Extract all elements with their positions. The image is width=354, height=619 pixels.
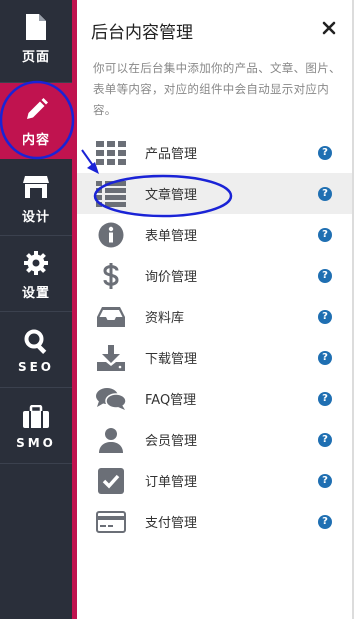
user-icon — [95, 425, 127, 455]
menu-item-members[interactable]: 会员管理 ? — [77, 419, 352, 460]
menu-item-articles[interactable]: 文章管理 ? — [77, 173, 352, 214]
help-icon[interactable]: ? — [318, 309, 332, 324]
inbox-icon — [95, 302, 127, 332]
sidebar-item-page[interactable]: 页面 — [0, 0, 72, 76]
chat-icon — [95, 384, 127, 414]
list-icon — [95, 179, 127, 209]
sidebar-item-label: SEO — [17, 360, 55, 374]
sidebar-item-seo[interactable]: SEO — [0, 312, 72, 388]
search-icon — [21, 326, 51, 356]
sidebar-item-smo[interactable]: SMO — [0, 388, 72, 464]
help-icon[interactable]: ? — [318, 186, 332, 201]
content-menu: 产品管理 ? 文章管理 ? 表单管理 ? 询价管理 ? 资料库 ? 下载管理 ?… — [77, 132, 352, 542]
menu-item-label: FAQ管理 — [145, 393, 197, 408]
help-icon[interactable]: ? — [318, 268, 332, 283]
menu-item-label: 订单管理 — [145, 475, 198, 490]
dollar-icon — [95, 261, 127, 291]
panel-description: 你可以在后台集中添加你的产品、文章、图片、表单等内容，对应的组件中会自动显示对应… — [93, 61, 341, 117]
menu-item-faq[interactable]: FAQ管理 ? — [77, 378, 352, 419]
pencil-icon — [21, 95, 51, 125]
gear-icon — [21, 248, 51, 278]
left-sidebar: 页面 内容 设计 设置 SEO SMO — [0, 0, 72, 619]
menu-item-label: 会员管理 — [145, 434, 198, 449]
menu-item-orders[interactable]: 订单管理 ? — [77, 460, 352, 501]
sidebar-item-label: SMO — [16, 436, 56, 450]
sidebar-item-label: 内容 — [21, 132, 50, 148]
panel-title: 后台内容管理 — [91, 23, 193, 43]
store-icon — [21, 172, 51, 202]
help-icon[interactable]: ? — [318, 391, 332, 406]
help-icon[interactable]: ? — [318, 473, 332, 488]
help-icon[interactable]: ? — [318, 432, 332, 447]
menu-item-label: 询价管理 — [145, 270, 198, 285]
info-icon — [95, 220, 127, 250]
help-icon[interactable]: ? — [318, 350, 332, 365]
menu-item-forms[interactable]: 表单管理 ? — [77, 214, 352, 255]
menu-item-label: 下载管理 — [145, 352, 198, 367]
close-icon[interactable] — [322, 20, 338, 36]
sidebar-item-design[interactable]: 设计 — [0, 160, 72, 236]
menu-item-label: 支付管理 — [145, 516, 198, 531]
sidebar-item-label: 页面 — [21, 49, 50, 65]
credit-card-icon — [95, 507, 127, 537]
menu-item-payments[interactable]: 支付管理 ? — [77, 501, 352, 542]
menu-item-label: 文章管理 — [145, 188, 198, 203]
menu-item-label: 资料库 — [145, 311, 185, 326]
grid-icon — [95, 138, 127, 168]
content-panel: 后台内容管理 你可以在后台集中添加你的产品、文章、图片、表单等内容，对应的组件中… — [77, 0, 352, 619]
menu-item-downloads[interactable]: 下载管理 ? — [77, 337, 352, 378]
help-icon[interactable]: ? — [318, 227, 332, 242]
menu-item-inquiries[interactable]: 询价管理 ? — [77, 255, 352, 296]
sidebar-item-settings[interactable]: 设置 — [0, 236, 72, 312]
help-icon[interactable]: ? — [318, 145, 332, 160]
sidebar-item-label: 设置 — [21, 285, 50, 301]
briefcase-icon — [21, 402, 51, 432]
checkbox-icon — [95, 466, 127, 496]
menu-item-library[interactable]: 资料库 ? — [77, 296, 352, 337]
page-icon — [21, 12, 51, 42]
sidebar-item-content[interactable]: 内容 — [0, 83, 72, 159]
menu-item-label: 产品管理 — [145, 147, 198, 162]
sidebar-item-label: 设计 — [21, 209, 50, 225]
download-icon — [95, 343, 127, 373]
help-icon[interactable]: ? — [318, 514, 332, 529]
menu-item-label: 表单管理 — [145, 229, 198, 244]
menu-item-products[interactable]: 产品管理 ? — [77, 132, 352, 173]
divider — [0, 463, 72, 464]
